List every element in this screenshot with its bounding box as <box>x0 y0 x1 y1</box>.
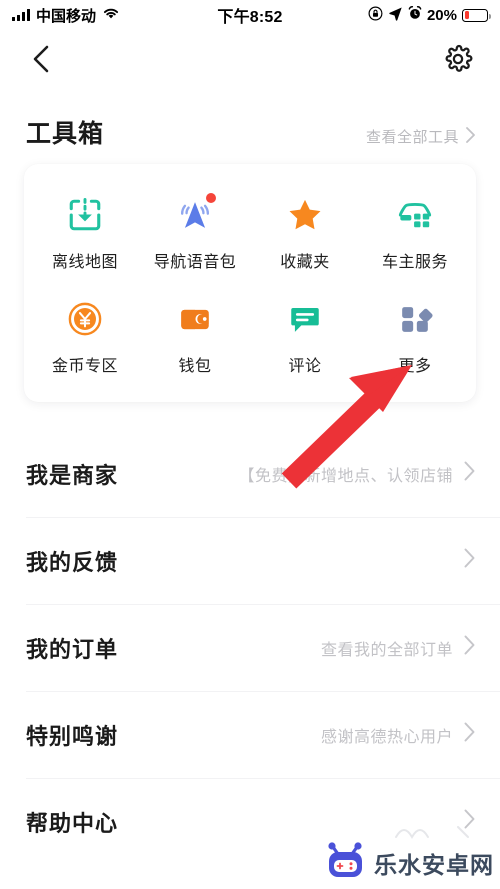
offline-map-download-icon <box>62 192 108 238</box>
menu-row-特别鸣谢[interactable]: 特别鸣谢 感谢高德热心用户 <box>0 691 500 778</box>
battery-fill <box>464 11 469 19</box>
rotation-lock-icon <box>368 6 383 25</box>
page-title: 工具箱 <box>26 120 105 148</box>
battery-icon <box>462 8 491 22</box>
tool-item-导航语音包[interactable]: 导航语音包 <box>140 186 250 282</box>
notification-dot-badge <box>206 193 216 203</box>
status-bar: 中国移动 下午8:52 20% <box>0 0 500 30</box>
menu-row-right: 感谢高德热心用户 <box>321 721 476 748</box>
back-button[interactable] <box>24 44 58 78</box>
tool-item-更多[interactable]: 更多 <box>360 290 470 386</box>
wallet-icon <box>172 296 218 342</box>
tool-label: 评论 <box>288 358 322 375</box>
menu-row-right: 【免费】新增地点、认领店铺 <box>238 460 476 487</box>
menu-row-right: 查看我的全部订单 <box>321 634 476 661</box>
tool-item-金币专区[interactable]: 金币专区 <box>30 290 140 386</box>
alarm-clock-icon <box>408 6 422 24</box>
tool-item-离线地图[interactable]: 离线地图 <box>30 186 140 282</box>
more-grid-icon <box>392 296 438 342</box>
location-arrow-icon <box>388 6 403 25</box>
toolbox-card: 离线地图 导航语音包 收藏夹 车主服务金币专区 钱包 评论 更多 <box>24 164 476 402</box>
tool-label: 导航语音包 <box>153 254 237 271</box>
car-service-icon <box>392 192 438 238</box>
tool-item-钱包[interactable]: 钱包 <box>140 290 250 386</box>
tool-label: 离线地图 <box>51 254 118 271</box>
nav-bar <box>0 30 500 92</box>
menu-row-title: 我的订单 <box>26 636 119 662</box>
battery-percent-label: 20% <box>426 6 457 24</box>
tool-label: 金币专区 <box>51 358 118 375</box>
watermark-text: 乐水安卓网 <box>374 851 494 878</box>
menu-row-我的反馈[interactable]: 我的反馈 <box>0 517 500 604</box>
chevron-right-icon <box>463 721 476 748</box>
back-chevron-icon <box>30 44 52 79</box>
tool-label: 更多 <box>398 358 432 375</box>
chevron-right-icon <box>463 547 476 574</box>
chevron-right-icon <box>463 634 476 661</box>
tool-item-车主服务[interactable]: 车主服务 <box>360 186 470 282</box>
menu-row-subtitle: 查看我的全部订单 <box>320 641 453 659</box>
chevron-right-icon <box>465 126 476 148</box>
tool-label: 钱包 <box>178 358 212 375</box>
tool-item-收藏夹[interactable]: 收藏夹 <box>250 186 360 282</box>
tool-label: 收藏夹 <box>280 254 330 271</box>
menu-row-subtitle: 【免费】新增地点、认领店铺 <box>238 467 453 485</box>
view-all-tools-label: 查看全部工具 <box>365 129 459 146</box>
tool-label: 车主服务 <box>381 254 448 271</box>
gold-coin-icon <box>62 296 108 342</box>
menu-row-right <box>453 547 476 574</box>
menu-row-title: 我是商家 <box>26 462 119 488</box>
robot-logo-icon <box>324 840 368 885</box>
menu-row-title: 帮助中心 <box>26 810 119 836</box>
tools-grid: 离线地图 导航语音包 收藏夹 车主服务金币专区 钱包 评论 更多 <box>30 186 470 386</box>
chevron-right-icon <box>463 460 476 487</box>
menu-row-我的订单[interactable]: 我的订单 查看我的全部订单 <box>0 604 500 691</box>
menu-row-我是商家[interactable]: 我是商家 【免费】新增地点、认领店铺 <box>0 430 500 517</box>
menu-row-title: 特别鸣谢 <box>26 723 119 749</box>
toolbox-section-header: 工具箱 查看全部工具 <box>0 92 500 164</box>
view-all-tools-link[interactable]: 查看全部工具 <box>366 126 476 148</box>
status-bar-right: 20% <box>368 6 491 25</box>
watermark: 乐水安卓网 <box>324 840 494 885</box>
navigation-voice-icon <box>172 192 218 238</box>
phone-screen: 中国移动 下午8:52 20% 工具箱 查看全部工具 离线地图 导航语音包 收藏… <box>0 0 500 889</box>
tool-item-评论[interactable]: 评论 <box>250 290 360 386</box>
star-favorites-icon <box>282 192 328 238</box>
menu-row-title: 我的反馈 <box>26 549 119 575</box>
comment-bubble-icon <box>282 296 328 342</box>
settings-button[interactable] <box>440 43 476 79</box>
menu-row-subtitle: 感谢高德热心用户 <box>320 728 453 746</box>
menu-list: 我是商家 【免费】新增地点、认领店铺我的反馈我的订单 查看我的全部订单特别鸣谢 感谢高… <box>0 430 500 865</box>
gear-icon <box>443 44 473 79</box>
